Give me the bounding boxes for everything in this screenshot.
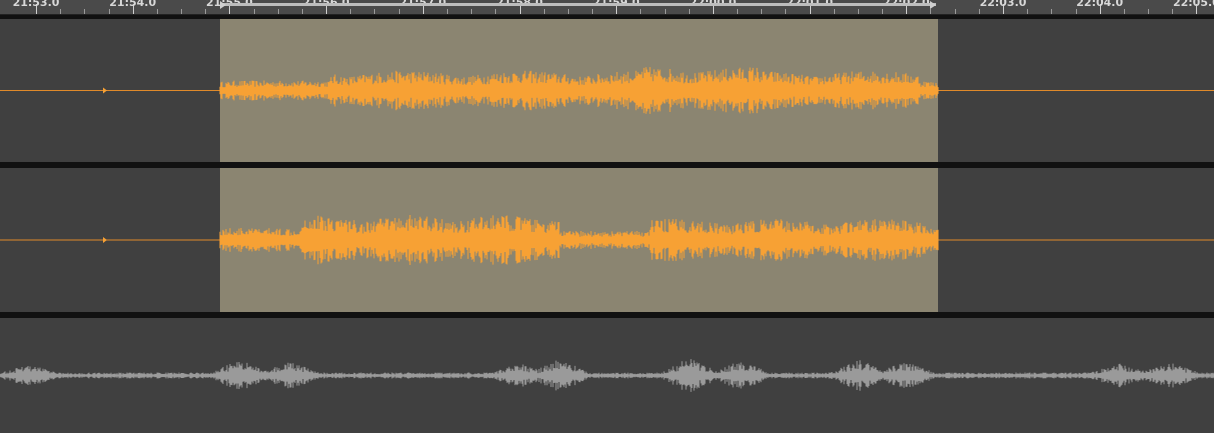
waveform-signal <box>0 359 1214 392</box>
ruler-minor-tick <box>398 9 400 14</box>
timeline-ruler[interactable]: 21:53.021:54.021:55.021:56.021:57.021:58… <box>0 0 1214 15</box>
ruler-minor-tick <box>253 9 255 14</box>
ruler-minor-tick <box>374 9 376 14</box>
ruler-minor-tick <box>761 9 763 14</box>
ruler-minor-tick <box>930 9 932 14</box>
ruler-minor-tick <box>785 9 787 14</box>
selection-range-bar[interactable] <box>222 3 936 6</box>
ruler-minor-tick <box>108 9 110 14</box>
ruler-minor-tick <box>954 9 956 14</box>
ruler-minor-tick <box>1148 9 1150 14</box>
ruler-minor-tick <box>688 9 690 14</box>
ruler-minor-tick <box>543 9 545 14</box>
ruler-minor-tick <box>181 9 183 14</box>
ruler-minor-tick <box>1051 9 1053 14</box>
ruler-minor-tick <box>664 9 666 14</box>
ruler-minor-tick <box>737 9 739 14</box>
ruler-minor-tick <box>1027 9 1029 14</box>
ruler-minor-tick <box>446 9 448 14</box>
ruler-minor-tick <box>350 9 352 14</box>
waveform-left <box>0 67 1214 114</box>
ruler-tick-label: 21:53.0 <box>12 0 60 9</box>
waveform-right <box>0 215 1214 265</box>
ruler-tick-label: 22:03.0 <box>979 0 1027 9</box>
selection-start-handle-icon[interactable] <box>220 1 226 9</box>
ruler-minor-tick <box>857 9 859 14</box>
waveform-track-left[interactable] <box>0 19 1214 162</box>
ruler-minor-tick <box>978 9 980 14</box>
ruler-minor-tick <box>640 9 642 14</box>
ruler-tick-label: 22:05.0 <box>1172 0 1214 9</box>
ruler-minor-tick <box>205 9 207 14</box>
waveform-track-right[interactable] <box>0 168 1214 312</box>
ruler-minor-tick <box>277 9 279 14</box>
waveform-signal <box>219 67 939 114</box>
ruler-minor-tick <box>84 9 86 14</box>
ruler-minor-tick <box>567 9 569 14</box>
waveform-overview <box>0 359 1214 392</box>
ruler-minor-tick <box>1075 9 1077 14</box>
ruler-minor-tick <box>1172 9 1174 14</box>
ruler-minor-tick <box>60 9 62 14</box>
ruler-minor-tick <box>156 9 158 14</box>
ruler-minor-tick <box>1123 9 1125 14</box>
ruler-minor-tick <box>471 9 473 14</box>
ruler-minor-tick <box>592 9 594 14</box>
ruler-minor-tick <box>833 9 835 14</box>
ruler-minor-tick <box>882 9 884 14</box>
ruler-minor-tick <box>495 9 497 14</box>
waveform-blip <box>103 87 107 94</box>
selection-end-handle-icon[interactable] <box>930 1 936 9</box>
waveform-blip <box>103 237 107 243</box>
waveform-signal <box>219 215 939 265</box>
ruler-tick-label: 21:54.0 <box>109 0 157 9</box>
ruler-tick-label: 22:04.0 <box>1076 0 1124 9</box>
ruler-minor-tick <box>301 9 303 14</box>
waveform-track-overview[interactable] <box>0 318 1214 433</box>
